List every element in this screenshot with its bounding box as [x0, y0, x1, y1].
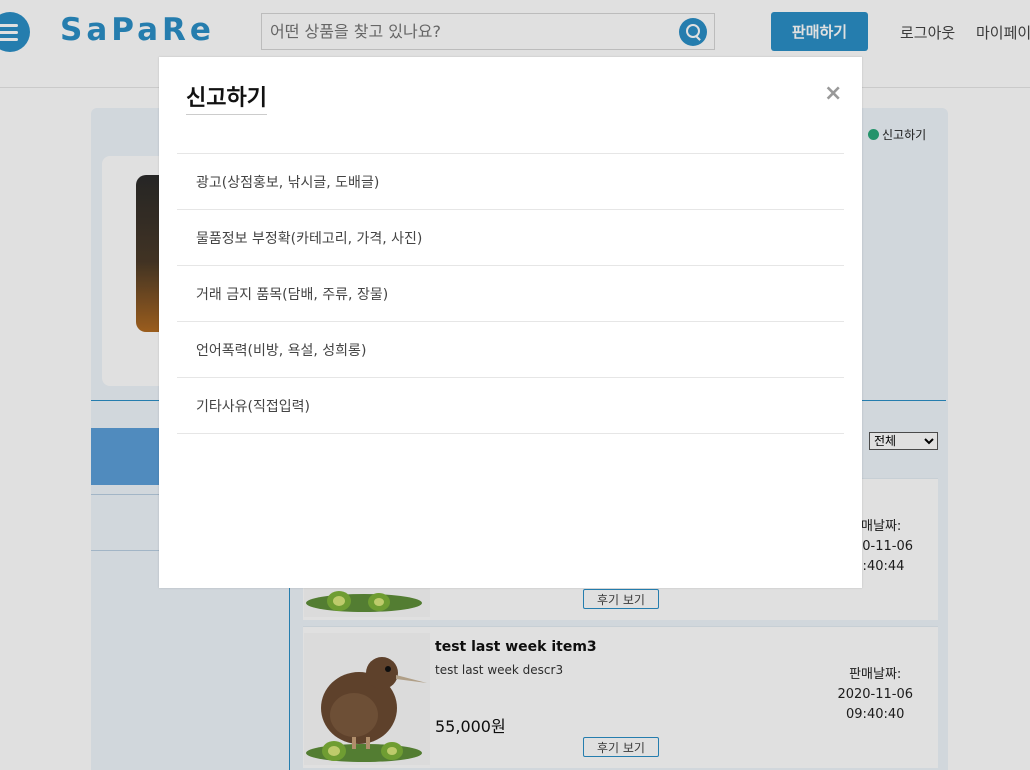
report-reason-other[interactable]: 기타사유(직접입력): [177, 378, 844, 434]
report-reason-prohibited-item[interactable]: 거래 금지 품목(담배, 주류, 장물): [177, 266, 844, 322]
close-icon[interactable]: ×: [824, 81, 842, 106]
report-reason-list: 광고(상점홍보, 낚시글, 도배글) 물품정보 부정확(카테고리, 가격, 사진…: [177, 153, 844, 434]
report-reason-ad[interactable]: 광고(상점홍보, 낚시글, 도배글): [177, 154, 844, 210]
report-modal: 신고하기 × 광고(상점홍보, 낚시글, 도배글) 물품정보 부정확(카테고리,…: [159, 57, 862, 588]
report-reason-inaccurate-info[interactable]: 물품정보 부정확(카테고리, 가격, 사진): [177, 210, 844, 266]
modal-title: 신고하기: [186, 80, 267, 115]
report-reason-abusive-language[interactable]: 언어폭력(비방, 욕설, 성희롱): [177, 322, 844, 378]
